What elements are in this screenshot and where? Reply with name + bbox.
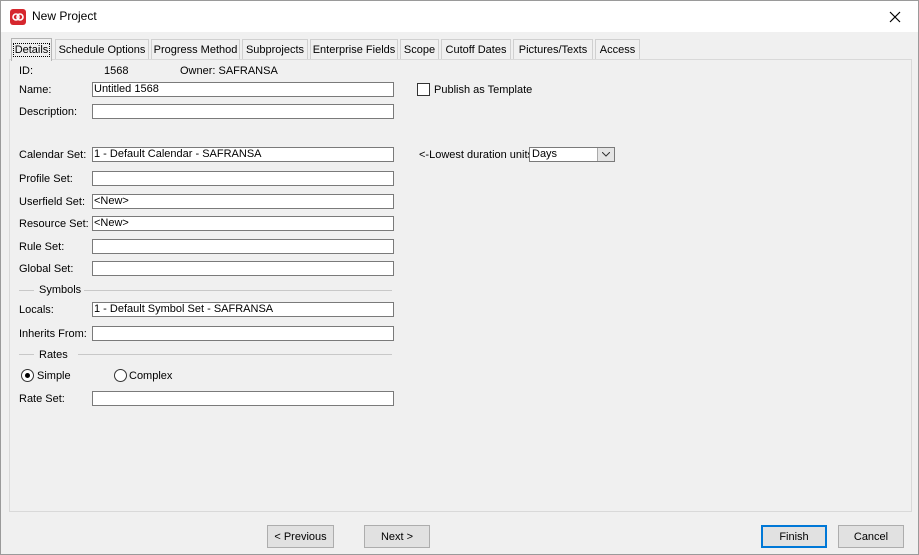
tab-subprojects[interactable]: Subprojects [242,39,308,60]
profile-set-label: Profile Set: [19,173,73,185]
description-input[interactable] [92,104,394,119]
symbols-separator-left [19,290,34,291]
app-logo-icon [10,9,26,25]
locals-input[interactable]: 1 - Default Symbol Set - SAFRANSA [92,302,394,317]
lowest-duration-value: Days [532,148,558,160]
close-button[interactable] [872,1,918,32]
resource-set-label: Resource Set: [19,218,89,230]
complex-radio[interactable] [114,369,127,382]
next-button[interactable]: Next > [364,525,430,548]
details-panel [9,59,912,512]
finish-button[interactable]: Finish [761,525,827,548]
tab-access[interactable]: Access [595,39,640,60]
tab-cutoff-dates[interactable]: Cutoff Dates [441,39,511,60]
simple-label: Simple [37,370,71,382]
complex-label: Complex [129,370,173,382]
chevron-down-icon[interactable] [597,148,614,161]
rates-separator-right [78,354,392,355]
publish-template-label: Publish as Template [434,84,533,96]
symbols-header: Symbols [39,284,82,296]
rates-separator-left [19,354,34,355]
name-input[interactable]: Untitled 1568 [92,82,394,97]
calendar-set-input[interactable]: 1 - Default Calendar - SAFRANSA [92,147,394,162]
owner-label: Owner: SAFRANSA [180,65,278,77]
tab-details[interactable]: Details [11,38,52,61]
calendar-set-label: Calendar Set: [19,149,87,161]
rates-header: Rates [39,349,68,361]
new-project-dialog: New Project Details Schedule Options Pro… [0,0,919,555]
global-set-label: Global Set: [19,263,74,275]
inherits-from-input[interactable] [92,326,394,341]
name-label: Name: [19,84,52,96]
profile-set-input[interactable] [92,171,394,186]
symbols-separator-right [84,290,392,291]
tab-scope[interactable]: Scope [400,39,439,60]
description-label: Description: [19,106,78,118]
tab-progress-method[interactable]: Progress Method [151,39,240,60]
title-bar: New Project [1,1,918,32]
id-value: 1568 [104,65,129,77]
window-title: New Project [32,9,97,23]
id-label: ID: [19,65,34,77]
publish-template-checkbox[interactable] [417,83,430,96]
lowest-duration-select[interactable]: Days [529,147,615,162]
inherits-from-label: Inherits From: [19,328,87,340]
userfield-set-label: Userfield Set: [19,196,86,208]
tab-schedule-options[interactable]: Schedule Options [55,39,149,60]
tab-pictures-texts[interactable]: Pictures/Texts [513,39,593,60]
close-icon [889,11,901,22]
rate-set-label: Rate Set: [19,393,65,405]
tab-enterprise-fields[interactable]: Enterprise Fields [310,39,398,60]
simple-radio[interactable] [21,369,34,382]
rate-set-input[interactable] [92,391,394,406]
rule-set-label: Rule Set: [19,241,65,253]
locals-label: Locals: [19,304,54,316]
rule-set-input[interactable] [92,239,394,254]
previous-button[interactable]: < Previous [267,525,334,548]
resource-set-input[interactable]: <New> [92,216,394,231]
lowest-duration-label: <-Lowest duration units [419,149,534,161]
userfield-set-input[interactable]: <New> [92,194,394,209]
global-set-input[interactable] [92,261,394,276]
cancel-button[interactable]: Cancel [838,525,904,548]
